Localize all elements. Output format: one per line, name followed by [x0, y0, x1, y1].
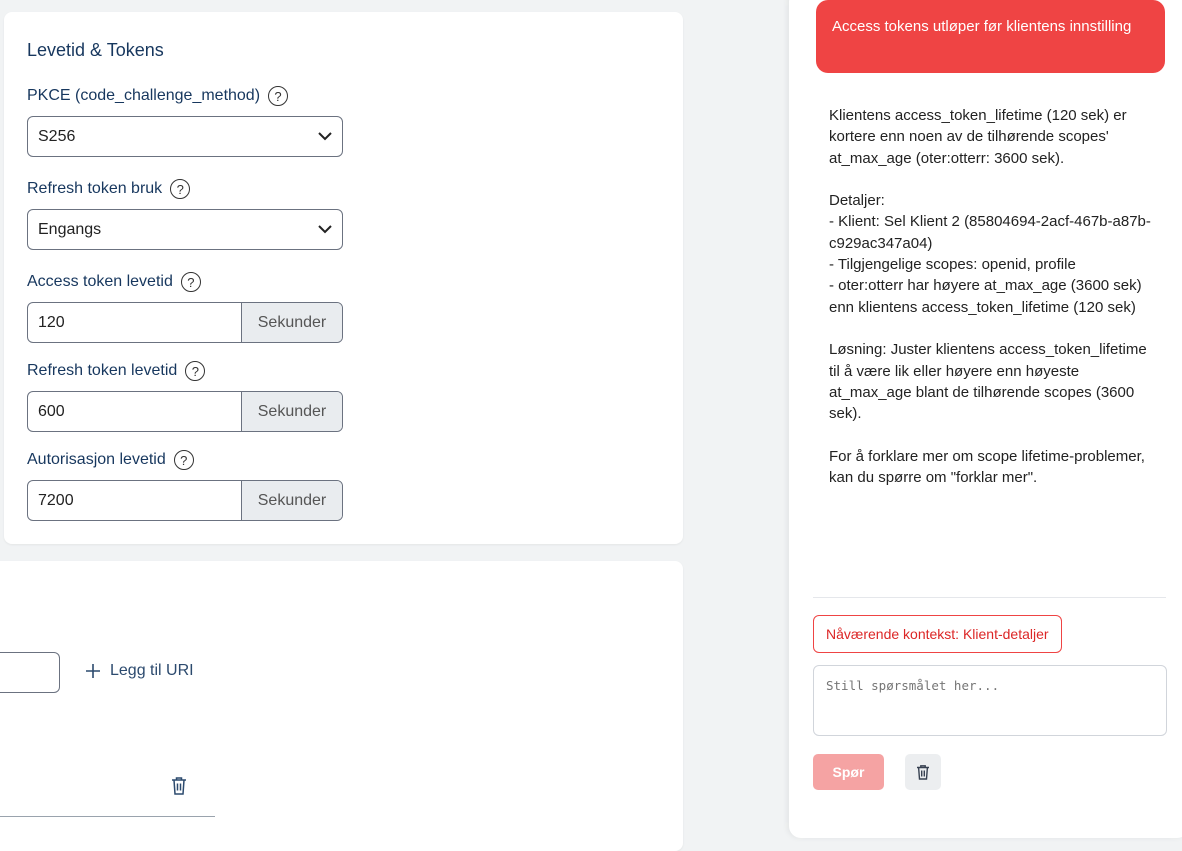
refresh-usage-label-text: Refresh token bruk	[27, 180, 163, 197]
pkce-label-text: PKCE (code_challenge_method)	[27, 87, 261, 104]
unit-addon: Sekunder	[241, 392, 342, 431]
row-divider	[0, 816, 215, 817]
refresh-lifetime-label-text: Refresh token levetid	[27, 362, 178, 379]
chevron-down-icon	[318, 225, 332, 234]
help-icon[interactable]: ?	[185, 361, 206, 381]
help-icon[interactable]: ?	[170, 179, 191, 199]
refresh-lifetime-label: Refresh token levetid ?	[27, 361, 206, 381]
auth-lifetime-label: Autorisasjon levetid ?	[27, 450, 194, 470]
access-lifetime-input[interactable]: 120	[28, 303, 241, 342]
uri-input[interactable]	[0, 652, 60, 693]
auth-lifetime-input[interactable]: 7200	[28, 481, 241, 520]
access-lifetime-label: Access token levetid ?	[27, 272, 201, 292]
refresh-lifetime-input[interactable]: 600	[28, 392, 241, 431]
add-uri-label: Legg til URI	[110, 662, 194, 679]
pkce-select[interactable]: S256	[27, 116, 343, 157]
help-icon[interactable]: ?	[268, 86, 289, 106]
help-icon[interactable]: ?	[180, 272, 201, 292]
auth-lifetime-field: 7200 Sekunder	[27, 480, 343, 521]
tokens-card: Levetid & Tokens PKCE (code_challenge_me…	[4, 12, 683, 544]
section-title: Levetid & Tokens	[27, 40, 164, 60]
refresh-usage-select[interactable]: Engangs	[27, 209, 343, 250]
clear-chat-button[interactable]	[905, 754, 941, 790]
pkce-select-value: S256	[38, 127, 76, 145]
question-input[interactable]	[813, 665, 1167, 736]
unit-addon: Sekunder	[241, 303, 342, 342]
ask-button[interactable]: Spør	[813, 754, 884, 790]
access-lifetime-label-text: Access token levetid	[27, 273, 173, 290]
add-uri-button[interactable]: Legg til URI	[86, 662, 194, 680]
unit-addon: Sekunder	[241, 481, 342, 520]
trash-icon[interactable]	[171, 776, 187, 795]
refresh-lifetime-field: 600 Sekunder	[27, 391, 343, 432]
pkce-label: PKCE (code_challenge_method) ?	[27, 86, 289, 106]
uri-card: Legg til URI	[0, 561, 683, 851]
assistant-panel: Access tokens utløper før klientens inns…	[789, 0, 1182, 838]
plus-icon	[86, 664, 100, 678]
trash-icon	[917, 765, 929, 780]
chevron-down-icon	[318, 132, 332, 141]
refresh-usage-select-value: Engangs	[38, 220, 102, 238]
assistant-message: Klientens access_token_lifetime (120 sek…	[829, 107, 1151, 487]
refresh-usage-label: Refresh token bruk ?	[27, 179, 191, 199]
auth-lifetime-label-text: Autorisasjon levetid	[27, 451, 166, 468]
context-badge[interactable]: Nåværende kontekst: Klient-detaljer	[813, 615, 1062, 653]
panel-divider	[813, 597, 1166, 598]
alert-title: Access tokens utløper før klientens inns…	[816, 0, 1165, 73]
access-lifetime-field: 120 Sekunder	[27, 302, 343, 343]
help-icon[interactable]: ?	[173, 450, 194, 470]
